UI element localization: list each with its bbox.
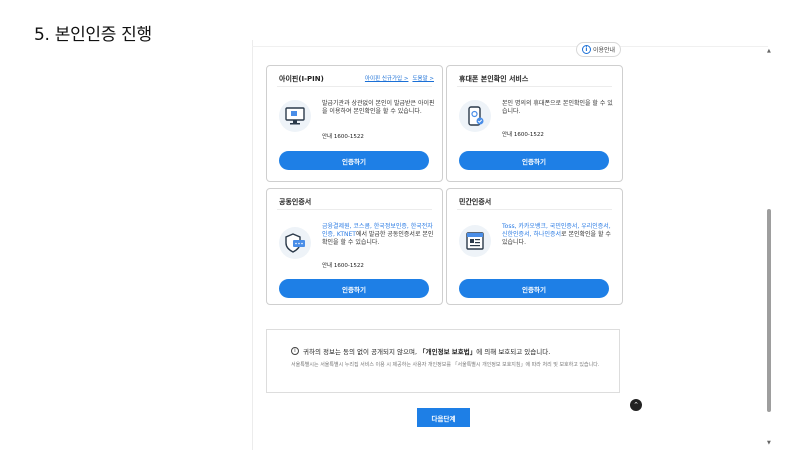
card-private-cert: 민간인증서 Toss, 카카오뱅크, 국민인증서, 우리인증서, 신한인증서, …	[446, 188, 623, 305]
card-ipin-links: 아이핀 신규가입 > 도움말 >	[365, 74, 434, 82]
card-ipin-desc: 발급기관과 상관없이 본인이 발급받은 아이핀을 이용하여 본인확인을 할 수 …	[322, 100, 435, 115]
card-divider	[457, 86, 612, 87]
scroll-down-arrow-icon[interactable]: ▼	[767, 440, 771, 446]
card-cert-tel: 안내 1600-1522	[322, 263, 364, 269]
monitor-icon	[279, 100, 311, 132]
ipin-signup-link[interactable]: 아이핀 신규가입 >	[365, 74, 409, 82]
usage-guide-button[interactable]: i 이용안내	[576, 42, 621, 57]
notice-law: 「개인정보 보호법」	[419, 348, 477, 356]
card-phone-title: 휴대폰 본인확인 서비스	[459, 75, 529, 83]
info-icon: i	[291, 347, 299, 355]
viewport-edge	[252, 40, 253, 450]
page-heading: 5. 본인인증 진행	[34, 25, 152, 45]
usage-guide-label: 이용안내	[592, 47, 616, 54]
card-joint-cert: 공동인증서 금융결제원, 코스콤, 한국정보인증, 한국전자인증, KTNET에…	[266, 188, 443, 305]
scroll-up-arrow-icon[interactable]: ▲	[767, 48, 771, 54]
ipin-help-link[interactable]: 도움말 >	[412, 74, 434, 82]
shield-certificate-icon	[279, 227, 311, 259]
card-private-desc: Toss, 카카오뱅크, 국민인증서, 우리인증서, 신한인증서, 하나인증서로…	[502, 223, 616, 247]
card-ipin: 아이핀(I-PIN) 아이핀 신규가입 > 도움말 > 발급기관과 상관없이 본…	[266, 65, 443, 182]
notice-sub: 서울특별시는 서울특별시 누리집 서비스 이용 시 제공하는 사용자 개인정보를…	[291, 362, 600, 368]
ipin-auth-button[interactable]: 인증하기	[279, 151, 429, 170]
card-cert-title: 공동인증서	[279, 198, 312, 206]
content-viewport: i 이용안내 아이핀(I-PIN) 아이핀 신규가입 > 도움말 > 발급기관과…	[252, 40, 768, 450]
id-card-icon	[459, 225, 491, 257]
privacy-notice: i 귀하의 정보는 동의 없이 공개되지 않으며, 「개인정보 보호법」에 의해…	[266, 329, 620, 393]
scrollbar-thumb[interactable]	[767, 209, 771, 412]
card-ipin-title: 아이핀(I-PIN)	[279, 75, 324, 83]
card-phone: 휴대폰 본인확인 서비스 본인 명의의 휴대폰으로 본인확인을 할 수 있습니다…	[446, 65, 623, 182]
card-phone-tel: 안내 1600-1522	[502, 132, 544, 138]
phone-auth-button[interactable]: 인증하기	[459, 151, 609, 170]
scroll-top-icon[interactable]: ⌃	[630, 399, 642, 411]
private-auth-button[interactable]: 인증하기	[459, 279, 609, 298]
card-divider	[277, 86, 432, 87]
top-divider	[252, 46, 768, 47]
notice-main-text: 귀하의 정보는 동의 없이 공개되지 않으며, 「개인정보 보호법」에 의해 보…	[303, 346, 550, 356]
next-step-button[interactable]: 다음단계	[417, 408, 470, 427]
cert-auth-button[interactable]: 인증하기	[279, 279, 429, 298]
card-cert-desc: 금융결제원, 코스콤, 한국정보인증, 한국전자인증, KTNET에서 발급한 …	[322, 223, 436, 247]
info-icon: i	[581, 45, 591, 54]
notice-main: i 귀하의 정보는 동의 없이 공개되지 않으며, 「개인정보 보호법」에 의해…	[291, 346, 550, 356]
card-private-title: 민간인증서	[459, 198, 492, 206]
card-ipin-tel: 안내 1600-1522	[322, 134, 364, 140]
card-divider	[277, 209, 432, 210]
card-phone-desc: 본인 명의의 휴대폰으로 본인확인을 할 수 있습니다.	[502, 100, 613, 115]
mobile-phone-icon	[459, 100, 491, 132]
notice-post: 에 의해 보호되고 있습니다.	[476, 348, 551, 356]
notice-pre: 귀하의 정보는 동의 없이 공개되지 않으며,	[303, 348, 420, 356]
card-divider	[457, 209, 612, 210]
